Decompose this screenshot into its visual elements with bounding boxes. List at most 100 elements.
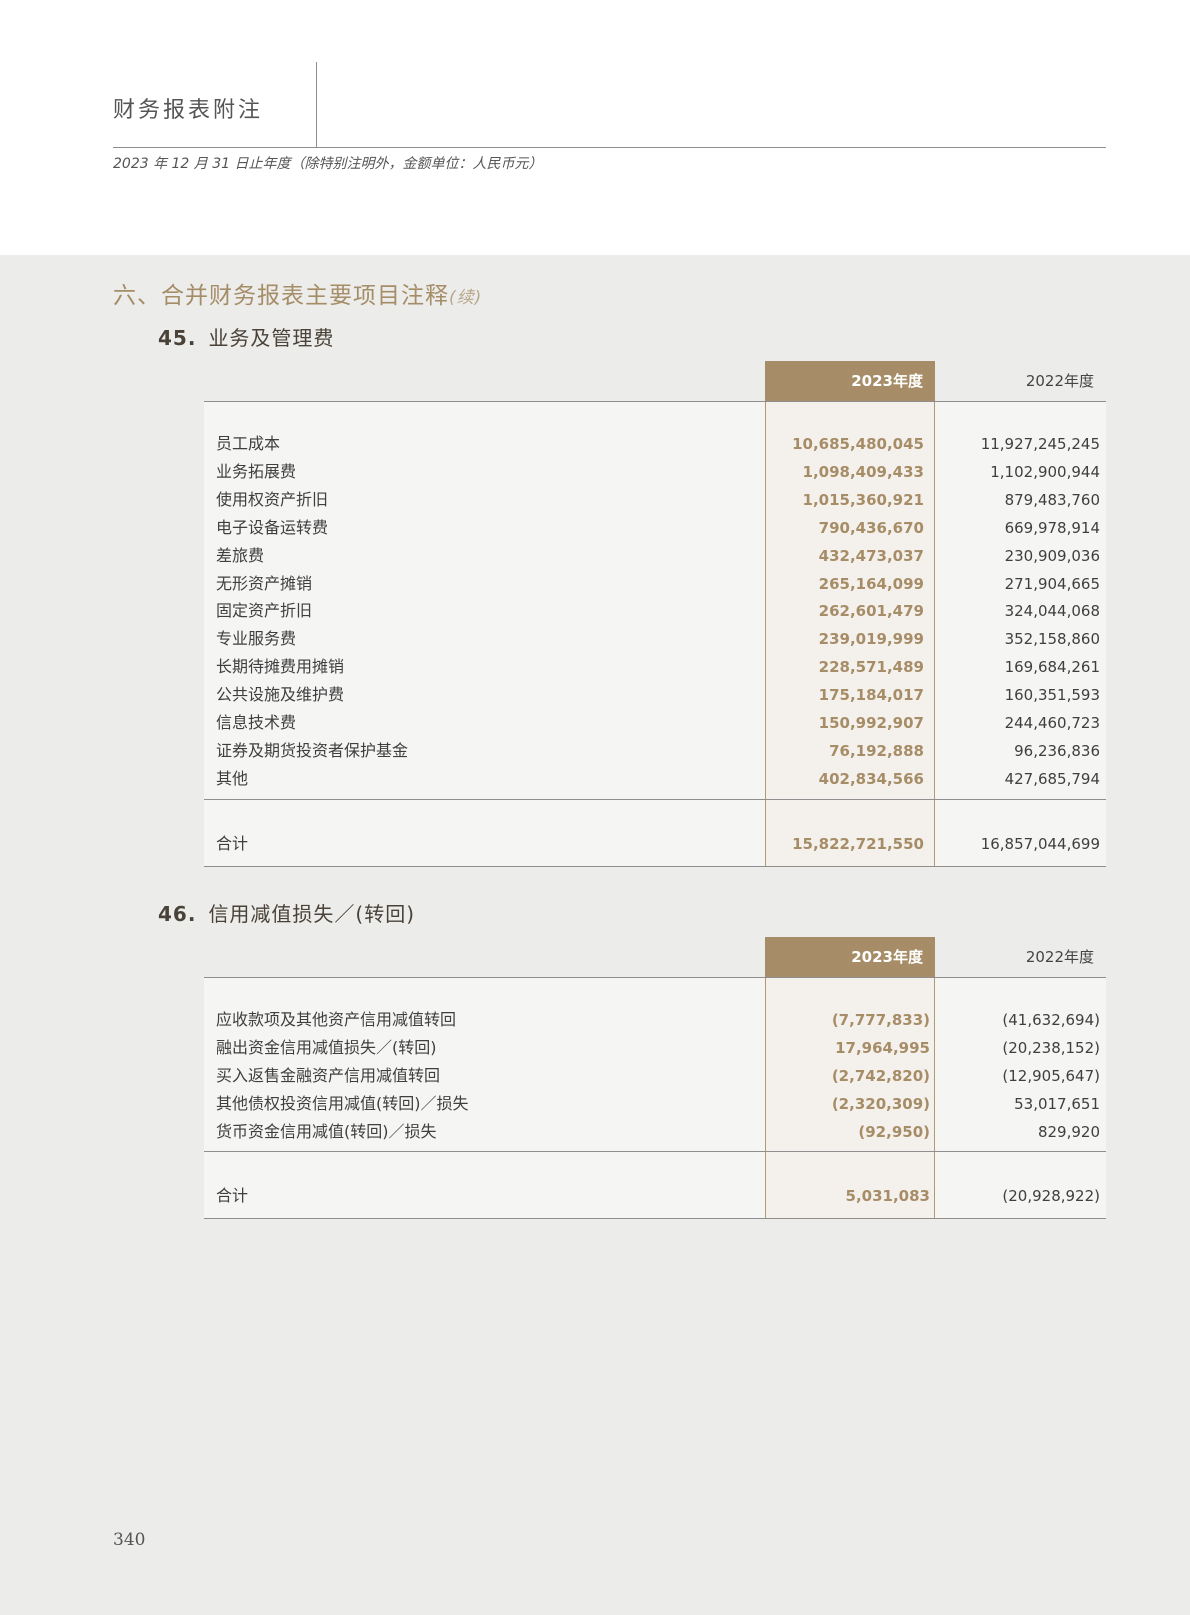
total-rule [204,1151,1106,1152]
value-2022: 352,158,860 [1004,630,1100,649]
note46-number: 46. [158,902,197,926]
table-row: 信息技术费 150,992,907 244,460,723 [204,709,1106,737]
row-label: 货币资金信用减值(转回)／损失 [216,1122,437,1141]
table-row-total: 合计 15,822,721,550 16,857,044,699 [204,830,1106,858]
header-divider-horizontal [113,147,1106,148]
value-2022: 669,978,914 [1004,518,1100,537]
table-row: 专业服务费 239,019,999 352,158,860 [204,625,1106,653]
header-rule [204,977,1106,978]
value-2023: 262,601,479 [818,602,924,621]
value-2023: 239,019,999 [818,630,924,649]
value-2022: 427,685,794 [1004,769,1100,788]
row-label: 信息技术费 [216,713,297,732]
value-2022: 244,460,723 [1004,714,1100,732]
header-divider-vertical [316,62,317,147]
note45-title: 业务及管理费 [208,326,335,350]
value-2022: 53,017,651 [1014,1095,1100,1113]
row-label: 业务拓展费 [216,461,297,481]
value-2023: 1,015,360,921 [802,490,924,509]
page-number: 340 [113,1530,146,1550]
col-header-2023: 2023年度 [765,937,935,977]
value-2022: 1,102,900,944 [990,462,1100,481]
table-row: 货币资金信用减值(转回)／损失 (92,950) 829,920 [204,1118,1106,1146]
value-2023: 15,822,721,550 [792,835,924,853]
table-row: 买入返售金融资产信用减值转回 (2,742,820) (12,905,647) [204,1062,1106,1090]
value-2022: 324,044,068 [1004,602,1100,621]
row-label: 应收款项及其他资产信用减值转回 [216,1010,457,1029]
value-2023: (2,320,309) [831,1095,930,1113]
value-2022: 271,904,665 [1004,574,1100,593]
table-row: 差旅费 432,473,037 230,909,036 [204,542,1106,570]
note46-title: 信用减值损失／(转回) [208,902,416,926]
bottom-rule [204,866,1106,867]
section-title-text: 六、合并财务报表主要项目注释 [113,283,449,309]
table-row: 证券及期货投资者保护基金 76,192,888 96,236,836 [204,737,1106,765]
row-label: 长期待摊费用摊销 [216,657,345,677]
note45-table: 2023年度 2022年度 员工成本 10,685,480,045 11,927,2… [204,361,1106,867]
value-2022: 169,684,261 [1004,658,1100,677]
value-2023: 76,192,888 [829,741,924,760]
table-row: 业务拓展费 1,098,409,433 1,102,900,944 [204,458,1106,486]
row-label: 证券及期货投资者保护基金 [216,740,409,760]
value-2023: 175,184,017 [818,686,924,705]
value-2022: 230,909,036 [1004,546,1100,565]
row-label: 使用权资产折旧 [216,489,329,509]
note46-heading: 46. 信用减值损失／(转回) [158,898,415,927]
table-row: 电子设备运转费 790,436,670 669,978,914 [204,514,1106,542]
value-2023: 265,164,099 [818,574,924,593]
col-header-2022: 2022年度 [1025,372,1094,390]
row-label: 其他债权投资信用减值(转回)／损失 [216,1094,469,1113]
value-2023: 228,571,489 [818,658,924,677]
table-row: 融出资金信用减值损失／(转回) 17,964,995 (20,238,152) [204,1034,1106,1062]
value-2022: (41,632,694) [1002,1011,1100,1029]
page-header: 财务报表附注 2023 年 12 月 31 日止年度（除特别注明外，金额单位：人… [0,0,1190,255]
value-2022: 11,927,245,245 [980,435,1100,453]
value-2023: (92,950) [858,1123,930,1141]
col-header-2023: 2023年度 [765,361,935,401]
section-title: 六、合并财务报表主要项目注释(续) [113,276,482,310]
row-label: 固定资产折旧 [216,601,313,621]
table-row: 固定资产折旧 262,601,479 324,044,068 [204,597,1106,625]
note46-table: 2023年度 2022年度 应收款项及其他资产信用减值转回 (7,777,833)… [204,937,1106,1219]
value-2022: (12,905,647) [1002,1067,1100,1085]
table-row: 其他 402,834,566 427,685,794 [204,765,1106,793]
header-title: 财务报表附注 [113,98,264,123]
value-2023: 402,834,566 [818,769,924,788]
table-row-total: 合计 5,031,083 (20,928,922) [204,1182,1106,1210]
row-label: 专业服务费 [216,629,297,649]
value-2023: 5,031,083 [845,1187,930,1205]
table-row: 使用权资产折旧 1,015,360,921 879,483,760 [204,486,1106,514]
value-2022: 16,857,044,699 [980,835,1100,853]
value-2023: (7,777,833) [831,1011,930,1029]
row-label: 员工成本 [216,434,281,453]
value-2022: 160,351,593 [1004,686,1100,705]
value-2022: (20,238,152) [1002,1039,1100,1057]
bottom-rule [204,1218,1106,1219]
value-2023: 10,685,480,045 [792,435,924,453]
value-2023: 790,436,670 [818,518,924,537]
row-label: 差旅费 [216,545,265,565]
header-subtitle: 2023 年 12 月 31 日止年度（除特别注明外，金额单位：人民币元） [113,156,543,172]
value-2023: 17,964,995 [835,1039,930,1057]
total-rule [204,799,1106,800]
col-header-2022: 2022年度 [1025,948,1094,966]
table-row: 公共设施及维护费 175,184,017 160,351,593 [204,681,1106,709]
row-label: 买入返售金融资产信用减值转回 [216,1066,441,1085]
row-label: 无形资产摊销 [216,573,313,593]
value-2023: (2,742,820) [831,1067,930,1085]
table-row: 其他债权投资信用减值(转回)／损失 (2,320,309) 53,017,651 [204,1090,1106,1118]
header-rule [204,401,1106,402]
row-label: 合计 [216,1186,249,1205]
section-continued: (续) [449,288,483,308]
value-2022: 879,483,760 [1004,490,1100,509]
row-label: 电子设备运转费 [216,517,329,537]
row-label: 融出资金信用减值损失／(转回) [216,1038,437,1057]
value-2022: 829,920 [1037,1123,1100,1141]
value-2022: (20,928,922) [1002,1187,1100,1205]
value-2023: 432,473,037 [818,546,924,565]
value-2023: 150,992,907 [818,714,924,732]
note45-heading: 45. 业务及管理费 [158,322,334,351]
table-row: 员工成本 10,685,480,045 11,927,245,245 [204,430,1106,458]
table-row: 无形资产摊销 265,164,099 271,904,665 [204,570,1106,598]
table-row: 应收款项及其他资产信用减值转回 (7,777,833) (41,632,694) [204,1006,1106,1034]
